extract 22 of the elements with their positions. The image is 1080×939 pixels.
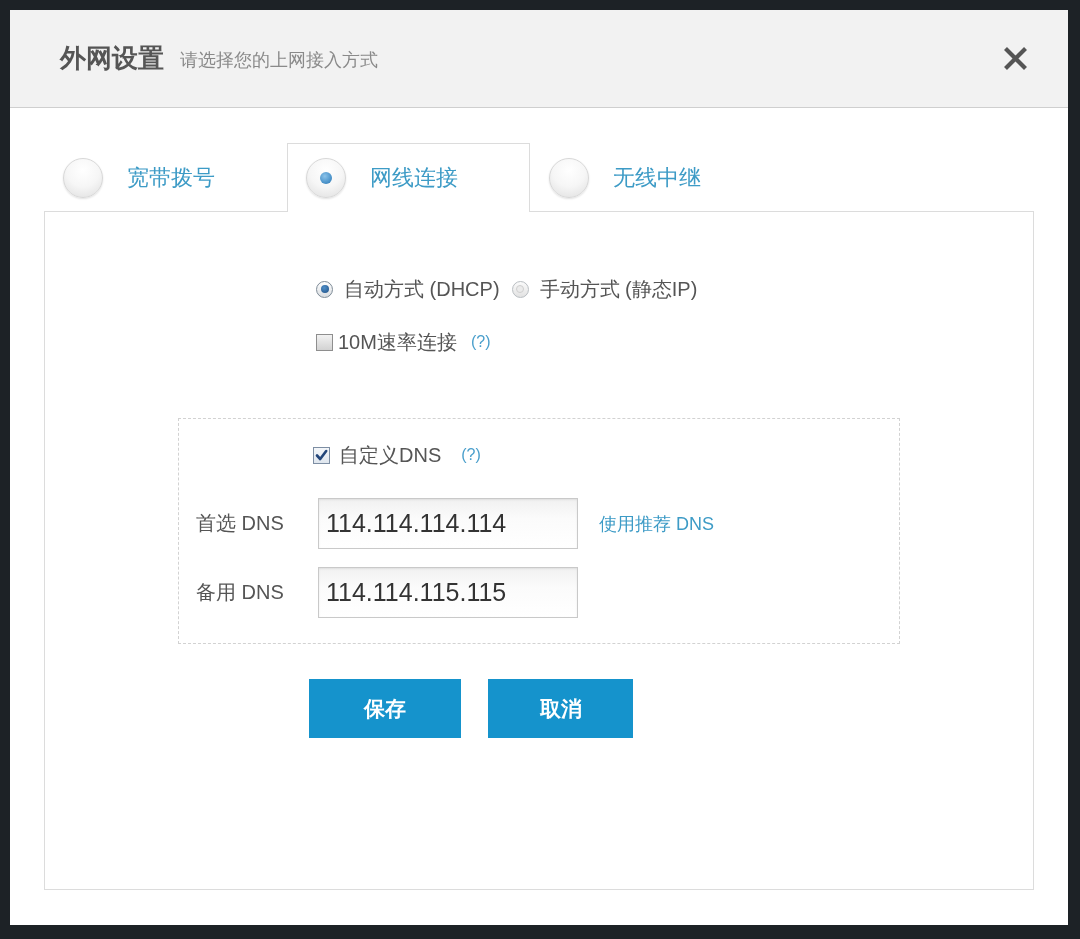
radio-icon [63, 157, 103, 198]
dialog-subtitle: 请选择您的上网接入方式 [180, 49, 378, 72]
tab[interactable]: 宽带拨号 [44, 143, 287, 211]
help-link[interactable]: (?) [461, 446, 481, 464]
checkbox-option[interactable]: 自定义DNS [313, 440, 442, 470]
recommended-dns-link[interactable]: 使用推荐 DNS [599, 511, 714, 536]
field-label: 备用 DNS [196, 580, 285, 605]
radio-icon [306, 158, 346, 198]
save-button[interactable]: 保存 [309, 679, 461, 738]
cancel-button[interactable]: 取消 [488, 679, 633, 738]
dialog-title: 外网设置 [60, 42, 164, 75]
field-label: 首选 DNS [196, 511, 285, 536]
radio-icon [549, 157, 589, 198]
dns-input-field[interactable]: 114.114.114.114 [318, 498, 578, 549]
help-link[interactable]: (?) [470, 333, 491, 351]
close-icon[interactable] [1003, 46, 1028, 71]
tab[interactable]: 网线连接 [287, 143, 530, 212]
checkbox-option[interactable]: 10M速率连接 [316, 327, 457, 357]
dns-input-field[interactable]: 114.114.115.115 [318, 567, 578, 618]
tab[interactable]: 无线中继 [530, 143, 773, 211]
radio-option[interactable]: 手动方式 (静态IP) [511, 274, 698, 304]
radio-option[interactable]: 自动方式 (DHCP) [316, 274, 500, 304]
